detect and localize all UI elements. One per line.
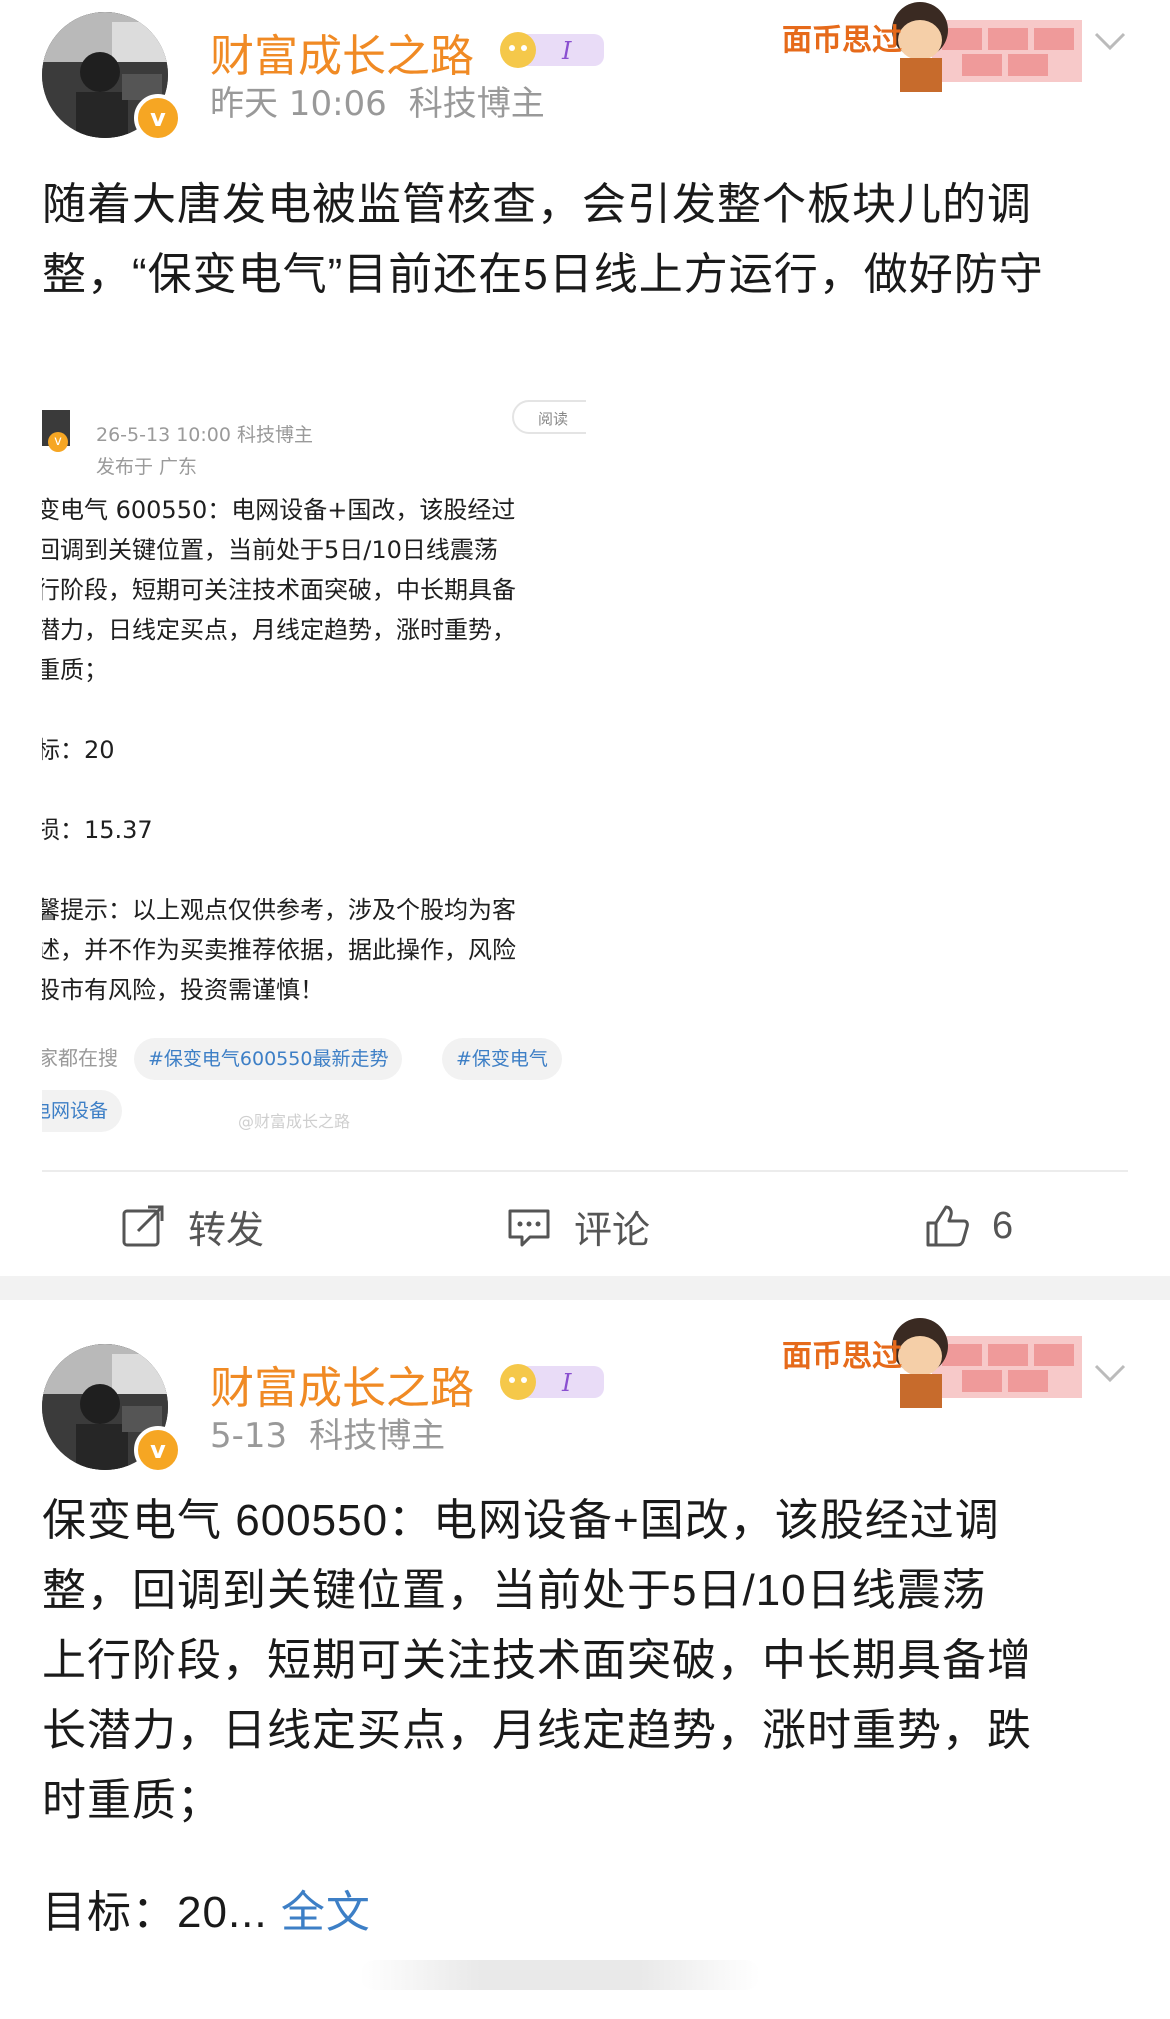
embed-line: 馨提示：以上观点仅供参考，涉及个股均为客 [42,896,516,924]
comment-icon [508,1209,550,1247]
svg-text:I: I [561,37,572,65]
verified-badge-icon: v [134,94,182,142]
sticker-decoration-icon: 面币思过 [782,2,1082,92]
embed-line: 重质； [42,656,108,684]
hashtag: #保变电气 [442,1038,562,1080]
svg-text:I: I [561,1369,572,1397]
username[interactable]: 财富成长之路 [210,1352,474,1416]
feed-separator [0,1276,1170,1300]
repost-button[interactable]: 转发 [120,1196,264,1256]
embedded-image[interactable]: v 26-5-13 10:00 科技博主 发布于 广东 阅读 变电气 60055… [42,398,586,1134]
timestamp: 5-13 [210,1416,288,1456]
like-button[interactable]: 6 [924,1196,1013,1256]
embed-line: 回调到关键位置，当前处于5日/10日线震荡 [42,536,498,564]
embed-line: 潜力，日线定买点，月线定趋势，涨时重势， [42,616,516,644]
post-text-line: 整，回调到关键位置，当前处于5日/10日线震荡 [42,1566,987,1615]
post-meta: 5-13 科技博主 [210,1408,445,1457]
embed-line: 损：15.37 [42,816,153,844]
comment-label: 评论 [574,1209,651,1252]
embed-line: 行阶段，短期可关注技术面突破，中长期具备 [42,576,516,604]
embed-verified-icon: v [48,432,68,452]
post-meta: 昨天 10:06 科技博主 [210,76,545,125]
level-badge-icon: I [500,1364,604,1400]
post-text: 随着大唐发电被监管核查，会引发整个板块儿的调整，“保变电气”目前还在5日线上方运… [42,180,1044,299]
post-text-line: 保变电气 600550：电网设备+国改，该股经过调 [42,1496,1000,1545]
embed-meta: 26-5-13 10:00 科技博主 [96,424,313,446]
level-badge-icon: I [500,32,604,68]
post-card: v 财富成长之路 I 昨天 10:06 科技博主 面币思过 随着大唐发电被监管核查… [0,0,1170,1276]
embed-line: 述，并不作为买卖推荐依据，据此操作，风险 [42,936,516,964]
watermark: @财富成长之路 [238,1112,351,1131]
embed-read-pill: 阅读 [512,400,586,434]
full-text-link[interactable]: 全文 [281,1888,371,1937]
repost-label: 转发 [188,1209,265,1252]
sticker-decoration-icon: 面币思过 [782,1318,1082,1408]
svg-text:面币思过: 面币思过 [782,1339,902,1374]
hashtag: #保变电气600550最新走势 [134,1038,403,1080]
blurred-overlay [360,1960,760,1990]
embed-location: 发布于 广东 [96,456,198,478]
verified-badge-icon: v [134,1426,182,1474]
username[interactable]: 财富成长之路 [210,20,474,84]
like-count: 6 [992,1204,1014,1247]
post-text: 保变电气 600550：电网设备+国改，该股经过调 整，回调到关键位置，当前处于… [42,1486,1132,1836]
embed-line: 股市有风险，投资需谨慎！ [42,976,324,1004]
embed-line: 变电气 600550：电网设备+国改，该股经过 [42,496,516,524]
post-text-target: 目标：20... 全文 [42,1878,1132,1948]
author-tag: 科技博主 [408,84,545,124]
divider [42,1170,1128,1172]
timestamp: 昨天 10:06 [210,84,387,124]
tags-prefix: 家都在搜 [42,1046,118,1070]
hashtag: 电网设备 [42,1090,123,1132]
chevron-down-icon[interactable] [1090,1358,1130,1388]
thumbs-up-icon [926,1205,969,1247]
repost-icon [122,1205,164,1247]
post-text-line: 上行阶段，短期可关注技术面突破，中长期具备增 [42,1636,1032,1685]
svg-text:面币思过: 面币思过 [782,23,902,58]
chevron-down-icon[interactable] [1090,26,1130,56]
author-tag: 科技博主 [309,1416,446,1456]
post-text-line: 时重质； [42,1776,222,1825]
comment-button[interactable]: 评论 [506,1196,650,1256]
post-card: v 财富成长之路 I 5-13 科技博主 面币思过 保变电气 600550：电网设… [0,1300,1170,2019]
target-text: 目标：20... [42,1888,268,1937]
embed-line: 标：20 [42,736,115,764]
post-text-line: 长潜力，日线定买点，月线定趋势，涨时重势，跌 [42,1706,1032,1755]
